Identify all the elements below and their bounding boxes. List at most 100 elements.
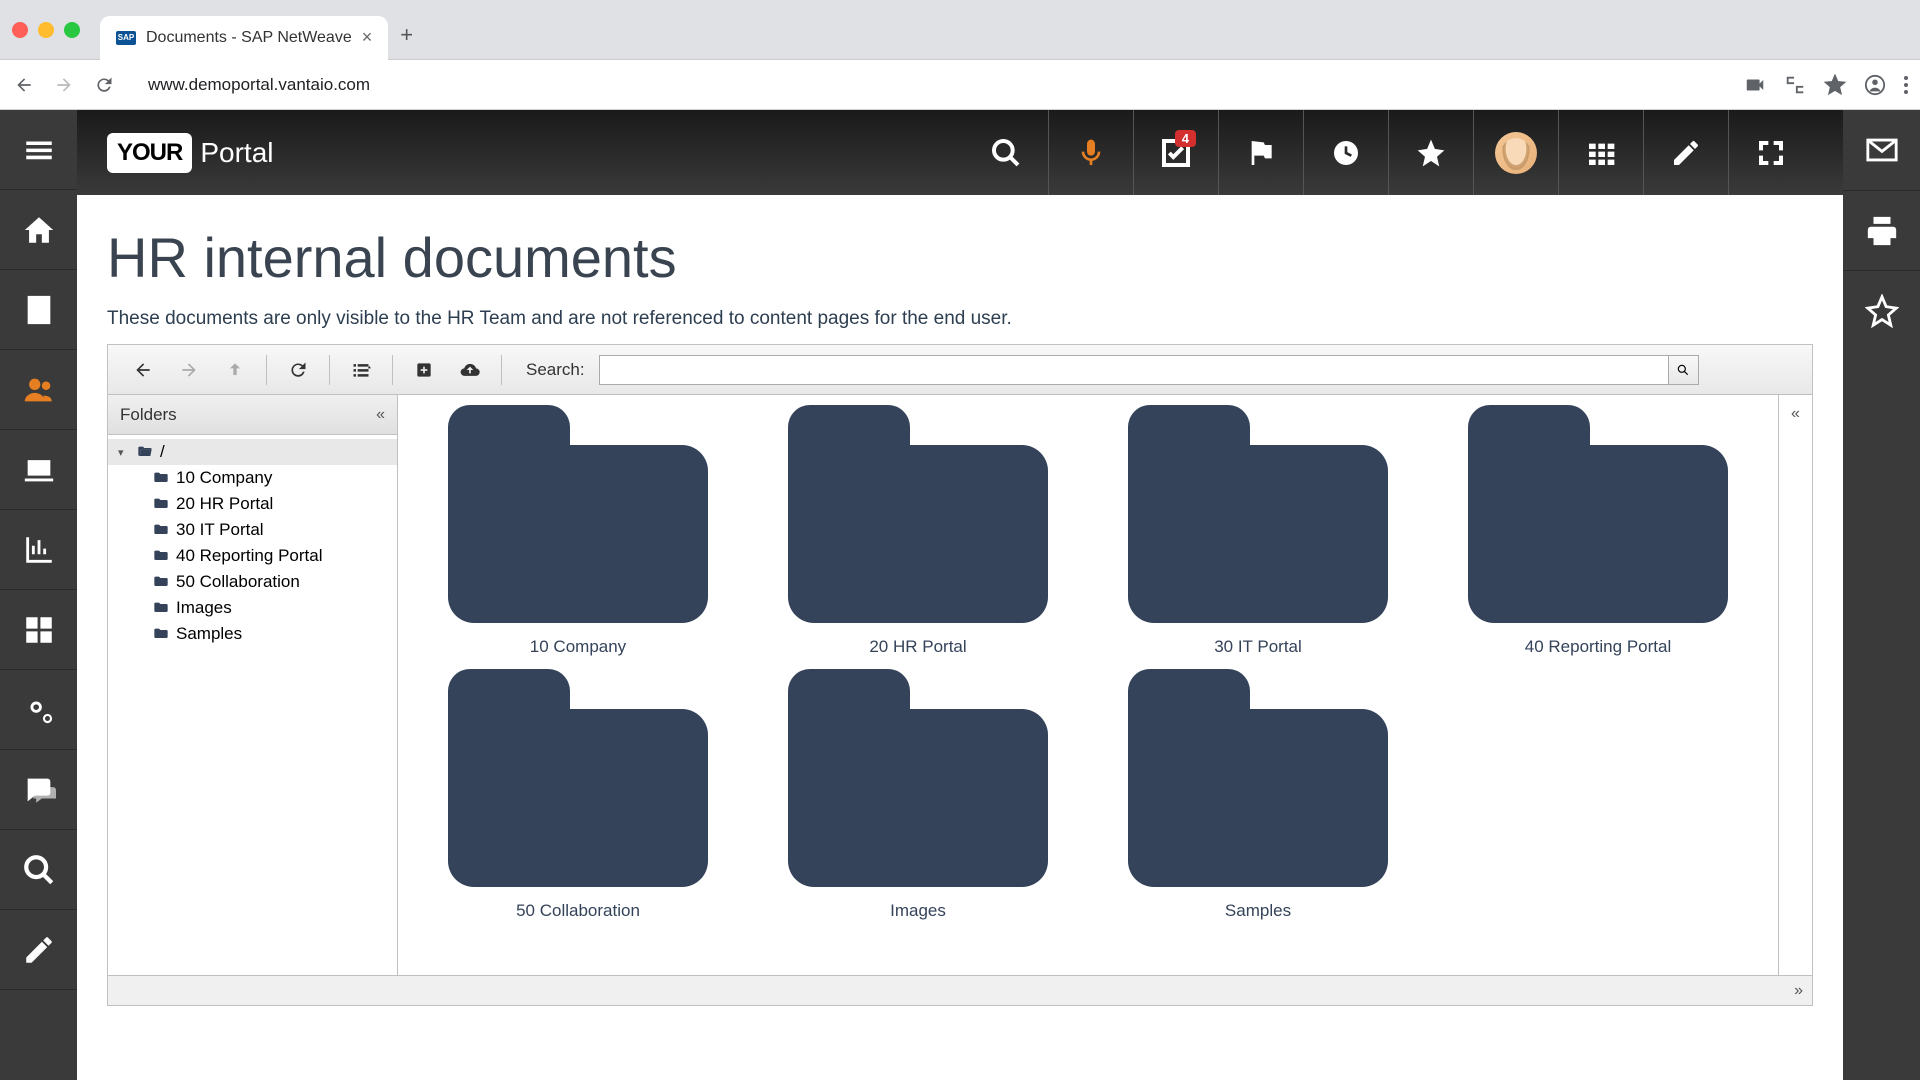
search-input[interactable]: [600, 356, 1668, 384]
left-rail: [0, 110, 77, 1080]
logo-your: YOUR: [107, 133, 192, 173]
explorer-up-button[interactable]: [214, 352, 256, 388]
search-field: [599, 355, 1699, 385]
nav-forward-button[interactable]: [52, 73, 76, 97]
page-title: HR internal documents: [107, 225, 1813, 290]
app-header: YOUR Portal 4: [77, 110, 1843, 195]
folder-item[interactable]: Samples: [1098, 665, 1418, 925]
explorer-forward-button[interactable]: [168, 352, 210, 388]
tab-close-icon[interactable]: ×: [362, 27, 373, 48]
header-clock-button[interactable]: [1303, 110, 1388, 195]
folder-item[interactable]: 50 Collaboration: [418, 665, 738, 925]
rail-apps-button[interactable]: [0, 590, 77, 670]
rail-edit-button[interactable]: [0, 910, 77, 990]
profile-icon[interactable]: [1864, 74, 1886, 96]
page-subtitle: These documents are only visible to the …: [107, 308, 1813, 330]
browser-menu-icon[interactable]: [1904, 76, 1908, 94]
folder-grid: 10 Company 20 HR Portal 30 IT Portal 40 …: [398, 395, 1778, 975]
nav-reload-button[interactable]: [92, 73, 116, 97]
explorer-toolbar: Search:: [108, 345, 1812, 395]
logo[interactable]: YOUR Portal: [107, 133, 274, 173]
window-minimize[interactable]: [38, 22, 54, 38]
tree-item[interactable]: 30 IT Portal: [108, 517, 397, 543]
folder-item[interactable]: 10 Company: [418, 401, 738, 661]
window-close[interactable]: [12, 22, 28, 38]
folder-large-icon: [448, 405, 708, 623]
rail-settings-button[interactable]: [0, 670, 77, 750]
folder-large-icon: [788, 669, 1048, 887]
bookmark-star-icon[interactable]: [1824, 74, 1846, 96]
rail-building-button[interactable]: [0, 270, 77, 350]
rail-users-button[interactable]: [0, 350, 77, 430]
folder-label: 10 Company: [530, 637, 626, 657]
folder-item[interactable]: Images: [758, 665, 1078, 925]
logo-portal: Portal: [200, 137, 273, 169]
folder-item[interactable]: 40 Reporting Portal: [1438, 401, 1758, 661]
tree-item-label: 20 HR Portal: [176, 494, 273, 514]
browser-toolbar: www.demoportal.vantaio.com: [0, 60, 1920, 110]
header-fullscreen-button[interactable]: [1728, 110, 1813, 195]
folder-icon: [152, 496, 170, 512]
header-tasks-button[interactable]: 4: [1133, 110, 1218, 195]
translate-icon[interactable]: [1784, 74, 1806, 96]
header-star-button[interactable]: [1388, 110, 1473, 195]
header-flag-button[interactable]: [1218, 110, 1303, 195]
right-rail-star-button[interactable]: [1843, 270, 1920, 350]
explorer-upload-button[interactable]: [449, 352, 491, 388]
tree-item[interactable]: Samples: [108, 621, 397, 647]
avatar: [1495, 132, 1537, 174]
rail-home-button[interactable]: [0, 190, 77, 270]
tree-root[interactable]: ▾ /: [108, 439, 397, 465]
rail-menu-button[interactable]: [0, 110, 77, 190]
right-rail-mail-button[interactable]: [1843, 110, 1920, 190]
tree-item-label: 50 Collaboration: [176, 572, 300, 592]
camera-icon[interactable]: [1744, 74, 1766, 96]
file-explorer: Search: Folders « ▾: [107, 344, 1813, 1006]
explorer-view-button[interactable]: [340, 352, 382, 388]
folder-tree: ▾ / 10 Company 20 HR Portal 30 IT Portal…: [108, 435, 397, 651]
folder-label: 40 Reporting Portal: [1525, 637, 1671, 657]
tree-item[interactable]: 40 Reporting Portal: [108, 543, 397, 569]
explorer-refresh-button[interactable]: [277, 352, 319, 388]
window-controls: [12, 22, 80, 38]
folder-item[interactable]: 20 HR Portal: [758, 401, 1078, 661]
search-submit-button[interactable]: [1668, 356, 1698, 384]
details-expand-button[interactable]: «: [1778, 395, 1812, 975]
header-edit-button[interactable]: [1643, 110, 1728, 195]
folder-large-icon: [448, 669, 708, 887]
tree-item[interactable]: Images: [108, 595, 397, 621]
window-maximize[interactable]: [64, 22, 80, 38]
explorer-back-button[interactable]: [122, 352, 164, 388]
folder-icon: [152, 626, 170, 642]
tree-item[interactable]: 10 Company: [108, 465, 397, 491]
tree-item-label: Images: [176, 598, 232, 618]
rail-chart-button[interactable]: [0, 510, 77, 590]
footer-expand-icon[interactable]: »: [1794, 982, 1800, 1000]
nav-back-button[interactable]: [12, 73, 36, 97]
folder-icon: [152, 600, 170, 616]
folder-item[interactable]: 30 IT Portal: [1098, 401, 1418, 661]
tree-item-label: 30 IT Portal: [176, 520, 264, 540]
folder-label: Samples: [1225, 901, 1291, 921]
header-mic-button[interactable]: [1048, 110, 1133, 195]
folder-icon: [152, 548, 170, 564]
rail-chat-button[interactable]: [0, 750, 77, 830]
tree-item[interactable]: 50 Collaboration: [108, 569, 397, 595]
address-bar[interactable]: www.demoportal.vantaio.com: [132, 67, 1728, 103]
tree-item-label: 40 Reporting Portal: [176, 546, 322, 566]
tree-item[interactable]: 20 HR Portal: [108, 491, 397, 517]
header-search-button[interactable]: [963, 110, 1048, 195]
new-tab-button[interactable]: +: [400, 22, 413, 48]
folders-collapse-button[interactable]: «: [376, 406, 385, 424]
explorer-footer: »: [108, 975, 1812, 1005]
header-avatar-button[interactable]: [1473, 110, 1558, 195]
caret-down-icon: ▾: [118, 446, 130, 459]
right-rail-print-button[interactable]: [1843, 190, 1920, 270]
rail-laptop-button[interactable]: [0, 430, 77, 510]
search-label: Search:: [526, 360, 585, 380]
rail-search-button[interactable]: [0, 830, 77, 910]
header-grid-button[interactable]: [1558, 110, 1643, 195]
tree-item-label: 10 Company: [176, 468, 272, 488]
browser-tab[interactable]: SAP Documents - SAP NetWeave ×: [100, 16, 388, 60]
explorer-new-button[interactable]: [403, 352, 445, 388]
